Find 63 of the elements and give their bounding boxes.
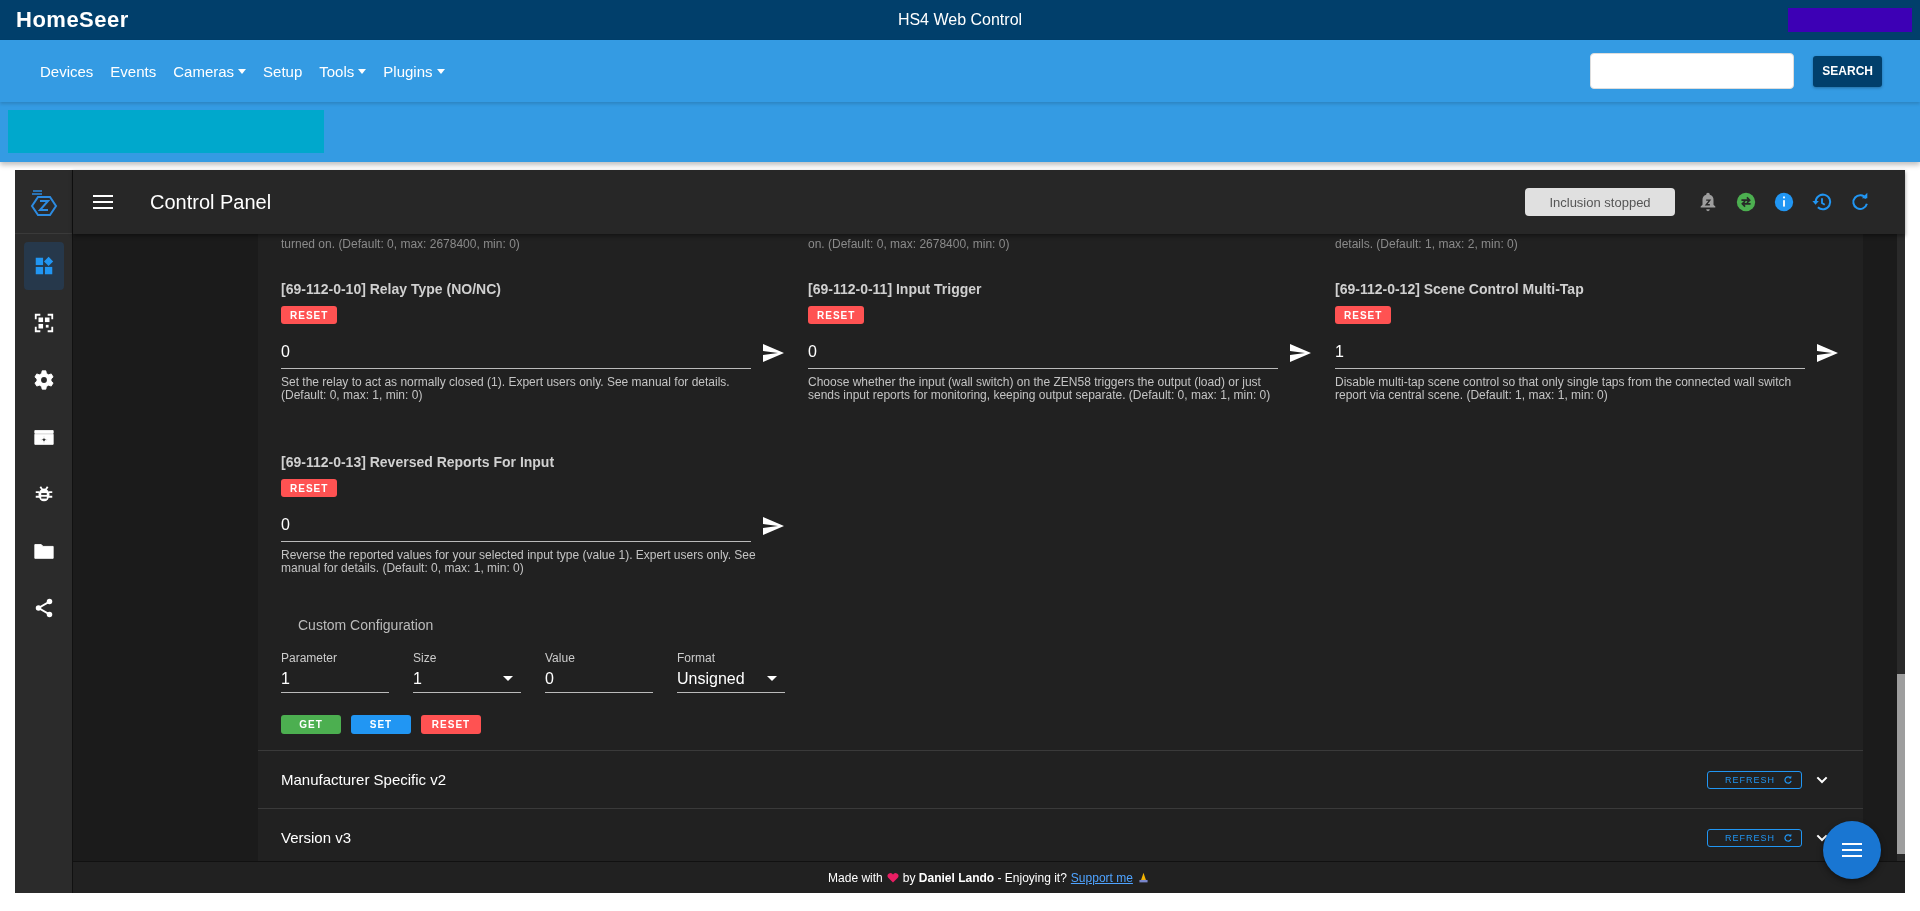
settings-icon [32, 369, 55, 391]
footer-credit: Made with by Daniel Lando - Enjoying it? Support me [828, 870, 1150, 885]
nav-link[interactable]: Plugins [383, 62, 445, 80]
nav-link[interactable]: Setup [263, 62, 303, 80]
parameter-value-field[interactable]: 0 [281, 509, 751, 542]
field-label: Format [677, 651, 716, 665]
parameter-description: on. (Default: 0, max: 2678400, min: 0) [808, 238, 1011, 251]
parameter-value-field[interactable]: 0 [808, 336, 1278, 369]
input-field[interactable]: 0 [545, 665, 653, 693]
section-title: Manufacturer Specific v2 [281, 771, 447, 788]
field-label: Parameter [281, 651, 339, 665]
search-button[interactable]: SEARCH [1813, 55, 1882, 87]
inclusion-status-button[interactable]: Inclusion stopped [1525, 188, 1675, 216]
accordion-row[interactable]: Manufacturer Specific v2 REFRESH [258, 750, 1863, 808]
reset-button[interactable]: RESET [421, 715, 481, 734]
field-label: Value [545, 651, 576, 665]
field-label: Size [413, 651, 438, 665]
logo[interactable]: HomeSeer [16, 7, 129, 33]
info-icon[interactable] [1773, 191, 1795, 213]
parameter-value-field[interactable]: 0 [281, 336, 751, 369]
app-title: HS4 Web Control [896, 11, 1024, 29]
parameter-title: [69-112-0-11] Input Trigger [808, 281, 982, 297]
dropdown-field[interactable]: 1 [413, 665, 521, 693]
parameter-value-field[interactable]: 1 [1335, 336, 1805, 369]
refresh-icon [1783, 774, 1793, 785]
nav-link[interactable]: Devices [40, 62, 94, 80]
parameter-description: Choose whether the input (wall switch) on the ZEN58 triggers the output (load) or just sends input reports for monitoring, keeping output separate. (Default: 0, max: 1, min: 0) [808, 376, 1272, 402]
swap-arrows-icon[interactable] [1735, 191, 1757, 213]
nav-link[interactable]: Cameras [173, 62, 247, 80]
menu-icon [1842, 843, 1862, 857]
refresh-icon [1783, 832, 1793, 843]
reset-button[interactable]: RESET [281, 306, 338, 324]
parameter-description: turned on. (Default: 0, max: 2678400, min: 0) [281, 238, 521, 251]
parameter-title: [69-112-0-10] Relay Type (NO/NC) [281, 281, 501, 297]
nav-link[interactable]: Tools [319, 62, 367, 80]
section-title: Custom Configuration [298, 617, 435, 633]
search-field[interactable] [1590, 53, 1795, 89]
reset-button[interactable]: RESET [1335, 306, 1392, 324]
refresh-button[interactable]: REFRESH [1707, 828, 1802, 847]
parameter-description: Disable multi-tap scene control so that only single taps from the connected wall switch report via central scene. (Default: 1, max: 1, min: 0) [1335, 376, 1793, 402]
scrollbar-thumb[interactable] [1897, 674, 1905, 854]
history-icon[interactable] [1811, 191, 1833, 213]
get-button[interactable]: GET [281, 715, 341, 734]
heart-icon [886, 872, 899, 883]
section-title: Version v3 [281, 829, 352, 846]
parameter-title: [69-112-0-13] Reversed Reports For Input [281, 454, 555, 470]
nav-link[interactable]: Events [110, 62, 157, 80]
panel-title: Control Panel [150, 190, 272, 214]
parameter-description: Reverse the reported values for your selected input type (value 1). Expert users only. See manual for details. (Default: 0, max: 1, min: 0) [281, 549, 757, 575]
parameter-description: details. (Default: 1, max: 2, min: 0) [1335, 238, 1519, 251]
reset-button[interactable]: RESET [281, 479, 338, 497]
menu-icon[interactable] [93, 195, 113, 209]
input-field[interactable]: 1 [281, 665, 389, 693]
parameter-description: Set the relay to act as normally closed (1). Expert users only. See manual for details. (Default: 0, max: 1, min: 0) [281, 376, 731, 402]
praying-hands-icon [1136, 871, 1150, 884]
refresh-button[interactable]: REFRESH [1707, 770, 1802, 789]
refresh-icon[interactable] [1849, 191, 1871, 213]
dropdown-field[interactable]: Unsigned [677, 665, 785, 693]
reset-button[interactable]: RESET [808, 306, 865, 324]
parameter-title: [69-112-0-12] Scene Control Multi-Tap [1335, 281, 1584, 297]
support-link[interactable]: Support me [1070, 870, 1133, 885]
set-button[interactable]: SET [351, 715, 411, 734]
qr-code-icon [32, 312, 55, 334]
